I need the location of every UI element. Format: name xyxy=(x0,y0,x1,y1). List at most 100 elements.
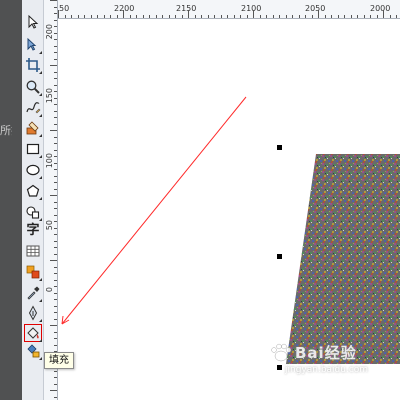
flyout-indicator xyxy=(39,51,42,54)
rectangle-tool-button[interactable] xyxy=(24,140,42,158)
ruler-tick xyxy=(54,110,57,112)
ruler-tick xyxy=(110,15,111,18)
flyout-indicator xyxy=(39,197,42,200)
ruler-tick xyxy=(54,149,57,151)
ruler-tick xyxy=(54,279,57,281)
ruler-tick xyxy=(54,331,57,333)
ruler-tick xyxy=(54,305,57,307)
ruler-tick xyxy=(155,15,157,18)
ruler-tick xyxy=(201,15,202,18)
ruler-tick xyxy=(350,15,352,18)
ruler-tick xyxy=(54,162,57,164)
ruler-tick xyxy=(54,214,57,216)
ruler-tick xyxy=(54,227,57,229)
ruler-label: 2200 xyxy=(114,4,135,13)
ruler-tick xyxy=(370,15,371,18)
smart-fill-tool-button[interactable] xyxy=(24,119,42,137)
ruler-tick xyxy=(54,299,57,300)
ruler-tick xyxy=(376,15,378,18)
ruler-tick xyxy=(54,91,57,92)
ruler-tick xyxy=(54,156,57,157)
ruler-tick xyxy=(54,136,57,138)
ruler-label: 2050 xyxy=(305,4,326,13)
ruler-tick xyxy=(383,10,384,18)
ruler-tick xyxy=(142,15,144,18)
ruler-tick xyxy=(54,247,57,248)
ruler-tick xyxy=(54,39,57,40)
flyout-indicator xyxy=(39,71,42,74)
ruler-tick xyxy=(233,15,235,18)
basic-shapes-tool-button[interactable] xyxy=(24,203,42,221)
flyout-indicator xyxy=(39,319,42,322)
text-icon: 字 xyxy=(26,222,40,238)
ruler-tick xyxy=(64,15,66,18)
ruler-tick xyxy=(54,370,57,372)
vertical-ruler[interactable]: 200 150 100 50 0 xyxy=(44,0,58,400)
ellipse-tool-button[interactable] xyxy=(24,161,42,179)
ruler-tick xyxy=(389,15,391,18)
pick-tool-button[interactable] xyxy=(24,13,42,31)
ruler-tick xyxy=(149,15,150,18)
ruler-label: 2100 xyxy=(241,4,262,13)
ruler-tick xyxy=(54,273,57,274)
ruler-tick xyxy=(220,15,222,18)
crop-tool-button[interactable] xyxy=(24,56,42,74)
eyedropper-tool-button[interactable] xyxy=(24,284,42,302)
panel-partial-text: 所指 xyxy=(0,124,12,137)
ruler-tick xyxy=(305,15,306,18)
flyout-indicator xyxy=(39,134,42,137)
arrow-pointer-icon xyxy=(28,14,39,29)
ruler-tick xyxy=(90,15,92,18)
shape-tool-button[interactable] xyxy=(24,36,42,54)
ruler-tick xyxy=(71,15,72,18)
ruler-tick xyxy=(363,15,365,18)
ruler-tick xyxy=(214,15,215,18)
ruler-tick xyxy=(54,188,57,190)
ruler-tick xyxy=(123,10,124,18)
ruler-tick xyxy=(188,10,189,18)
ruler-tick xyxy=(54,182,57,183)
ruler-tick xyxy=(54,52,57,53)
ruler-tick xyxy=(253,10,254,18)
zoom-tool-button[interactable] xyxy=(24,78,42,96)
flyout-indicator xyxy=(39,114,42,117)
text-tool-button[interactable]: 字 xyxy=(24,221,42,239)
ruler-tick xyxy=(331,15,332,18)
ruler-tick xyxy=(344,15,345,18)
interactive-fill-tool-button[interactable] xyxy=(24,342,42,360)
table-tool-button[interactable] xyxy=(24,242,42,260)
ruler-tick xyxy=(54,383,57,385)
ruler-tick xyxy=(54,13,57,14)
ruler-tick xyxy=(357,15,358,18)
ruler-tick xyxy=(240,15,241,18)
ruler-tick xyxy=(97,15,98,18)
filled-trapezoid-shape[interactable] xyxy=(286,154,400,364)
flyout-indicator xyxy=(39,299,42,302)
ruler-tick xyxy=(54,78,57,79)
outline-tool-button[interactable] xyxy=(24,304,42,322)
ruler-tick xyxy=(54,32,57,34)
ruler-tick xyxy=(54,19,57,21)
paw-logo-icon xyxy=(271,343,292,362)
annotation-arrow xyxy=(61,96,247,325)
horizontal-ruler[interactable]: 50 2200 2150 2100 2050 2000 xyxy=(58,0,400,19)
interactive-tool-button[interactable] xyxy=(24,263,42,281)
ruler-tick xyxy=(298,15,300,18)
fill-tool-button[interactable] xyxy=(24,324,42,342)
ruler-tick xyxy=(396,15,397,18)
table-icon xyxy=(26,245,40,257)
ruler-tick xyxy=(54,84,57,86)
watermark-text: Bai经验 xyxy=(295,344,357,362)
ruler-tick xyxy=(54,104,57,105)
ruler-tick xyxy=(50,195,57,196)
selection-handle[interactable] xyxy=(277,145,282,150)
ruler-label: 2000 xyxy=(370,4,391,13)
tool-tooltip: 填充 xyxy=(44,352,74,369)
ruler-tick xyxy=(259,15,261,18)
ruler-tick xyxy=(54,240,57,242)
ruler-tick xyxy=(168,15,170,18)
polygon-tool-button[interactable] xyxy=(24,182,42,200)
freehand-tool-button[interactable] xyxy=(24,99,42,117)
selection-handle[interactable] xyxy=(277,254,282,259)
ruler-tick xyxy=(181,15,183,18)
